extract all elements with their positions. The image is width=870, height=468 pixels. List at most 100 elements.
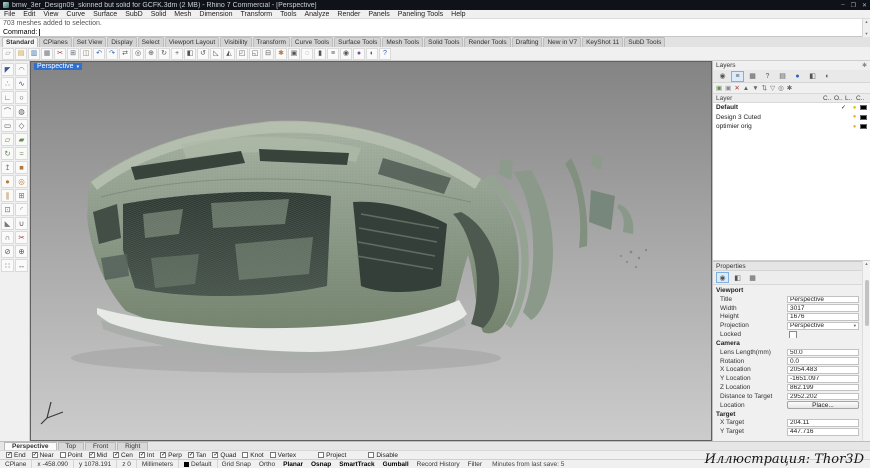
lock-object-icon[interactable]: ▮ — [314, 48, 326, 60]
trim-icon[interactable]: ✂ — [15, 231, 28, 244]
layers-column-header[interactable]: L.. — [845, 95, 856, 102]
properties-scrollbar[interactable]: ▲ — [862, 261, 870, 441]
menu-item[interactable]: Transform — [241, 11, 273, 18]
ellipse-icon[interactable]: ◍ — [15, 105, 28, 118]
select-arrow-icon[interactable]: ◤ — [1, 63, 14, 76]
selection-brush-icon[interactable]: ◠ — [15, 63, 28, 76]
property-value[interactable]: 862.199 — [787, 384, 859, 392]
osnap-toggle[interactable]: Cen — [113, 452, 133, 459]
pipe-icon[interactable]: ∥ — [1, 189, 14, 202]
revolve-icon[interactable]: ↻ — [1, 147, 14, 160]
close-button[interactable]: ✕ — [862, 2, 867, 9]
property-value[interactable]: Perspective — [787, 296, 859, 304]
materials-tab-icon[interactable]: ● — [791, 71, 804, 82]
chamfer-icon[interactable]: ◣ — [1, 217, 14, 230]
property-value[interactable]: 2054.483 — [787, 366, 859, 374]
rotate-view-icon[interactable]: ↻ — [158, 48, 170, 60]
layer-color-swatch[interactable] — [860, 124, 867, 129]
array-icon[interactable]: ∷ — [1, 259, 14, 272]
osnap-toggle[interactable]: End — [6, 452, 26, 459]
property-value[interactable]: 0.0 — [787, 357, 859, 365]
menu-item[interactable]: Surface — [93, 11, 117, 18]
surface-icon[interactable]: ▱ — [1, 133, 14, 146]
sort-layers-icon[interactable]: ⇅ — [762, 84, 767, 92]
zoom-window-icon[interactable]: ◎ — [132, 48, 144, 60]
viewport-tab[interactable]: Right — [117, 442, 148, 450]
property-value[interactable]: 50.0 — [787, 349, 859, 357]
status-cell[interactable]: Millimeters — [137, 460, 179, 468]
gear-icon[interactable]: ✱ — [862, 62, 867, 69]
osnap-toggle[interactable]: Mid — [89, 452, 107, 459]
viewport-tab[interactable]: Perspective — [4, 442, 57, 450]
boolean-difference-icon[interactable]: ∩ — [1, 231, 14, 244]
layer-row[interactable]: Default ✓ ● — [713, 103, 870, 113]
display-tab-icon[interactable]: ▦ — [746, 71, 759, 82]
rendering-tab-icon[interactable]: ◧ — [806, 71, 819, 82]
property-value[interactable]: 1676 — [787, 313, 859, 321]
toolbar-tab[interactable]: Surface Tools — [334, 37, 381, 47]
menu-item[interactable]: Tools — [280, 11, 296, 18]
viewport-tab[interactable]: Top — [58, 442, 84, 450]
osnap-toggle[interactable]: Knot — [242, 452, 263, 459]
layers-column-header[interactable]: C.. — [823, 95, 834, 102]
group-icon[interactable]: ▣ — [288, 48, 300, 60]
osnap-toggle[interactable]: Project — [318, 452, 346, 459]
dimension-icon[interactable]: ↔ — [15, 259, 28, 272]
control-points-icon[interactable]: ∴ — [1, 77, 14, 90]
status-toggle[interactable]: Filter — [464, 461, 486, 468]
copy-object-icon[interactable]: ◧ — [184, 48, 196, 60]
libraries-tab-icon[interactable]: ▤ — [776, 71, 789, 82]
status-toggle[interactable]: Ortho — [255, 461, 279, 468]
property-value[interactable]: 3017 — [787, 304, 859, 312]
new-file-icon[interactable]: ▱ — [2, 48, 14, 60]
menu-item[interactable]: File — [4, 11, 15, 18]
move-layer-up-icon[interactable]: ▲ — [743, 85, 749, 92]
plane-icon[interactable]: ▰ — [15, 133, 28, 146]
viewport-settings-tab-icon[interactable]: ▦ — [746, 272, 759, 283]
minimize-button[interactable]: – — [841, 2, 844, 9]
move-icon[interactable]: + — [171, 48, 183, 60]
toolbar-tab[interactable]: Mesh Tools — [382, 37, 423, 47]
scroll-up-icon[interactable]: ▲ — [865, 20, 869, 24]
menu-item[interactable]: Help — [451, 11, 465, 18]
circle-icon[interactable]: ○ — [15, 91, 28, 104]
osnap-toggle[interactable]: Perp — [160, 452, 182, 459]
menu-item[interactable]: Curve — [66, 11, 85, 18]
help-tab-icon[interactable]: ? — [761, 71, 774, 82]
layers-column-header[interactable]: C.. — [856, 95, 867, 102]
print-icon[interactable]: ▦ — [41, 48, 53, 60]
status-toggle[interactable]: Record History — [413, 461, 464, 468]
material-tab-icon[interactable]: ◧ — [731, 272, 744, 283]
toolbar-tab[interactable]: Drafting — [512, 37, 543, 47]
property-value[interactable]: Place... — [787, 401, 859, 409]
status-cell[interactable]: y 1078.191 — [74, 460, 117, 468]
layers-tab-icon[interactable]: ≡ — [731, 71, 744, 82]
paste-icon[interactable]: ◫ — [80, 48, 92, 60]
toolbar-tab[interactable]: Standard — [2, 37, 38, 47]
scale-icon[interactable]: ◺ — [210, 48, 222, 60]
layer-row[interactable]: Design 3 Cuted ● — [713, 113, 870, 123]
property-value[interactable]: -1651.097 — [787, 375, 859, 383]
status-cell[interactable]: x -458.090 — [32, 460, 74, 468]
viewport-tab[interactable]: Front — [85, 442, 116, 450]
property-value[interactable]: Perspective — [787, 322, 859, 330]
viewport-title-menu[interactable]: Perspective ▾ — [34, 63, 82, 70]
osnap-toggle[interactable]: Int — [139, 452, 154, 459]
toolbar-tab[interactable]: Render Tools — [464, 37, 510, 47]
mirror-icon[interactable]: ◭ — [223, 48, 235, 60]
menu-item[interactable]: Panels — [368, 11, 389, 18]
status-toggle[interactable]: Osnap — [307, 461, 335, 468]
toolbar-tab[interactable]: Display — [107, 37, 136, 47]
join-icon[interactable]: ⊕ — [15, 245, 28, 258]
osnap-toggle[interactable]: Vertex — [270, 452, 296, 459]
layers-column-header[interactable]: O.. — [834, 95, 845, 102]
property-value[interactable] — [787, 331, 859, 339]
delete-layer-icon[interactable]: ✕ — [734, 84, 739, 92]
toolbar-tab[interactable]: SubD Tools — [624, 37, 665, 47]
toolbar-tab[interactable]: New in V7 — [543, 37, 581, 47]
hide-object-icon[interactable]: ◌ — [301, 48, 313, 60]
search-icon[interactable]: ◎ — [778, 84, 784, 92]
status-cell[interactable]: Default — [179, 460, 218, 468]
osnap-toggle[interactable]: Near — [32, 452, 54, 459]
polyline-icon[interactable]: ∟ — [1, 91, 14, 104]
